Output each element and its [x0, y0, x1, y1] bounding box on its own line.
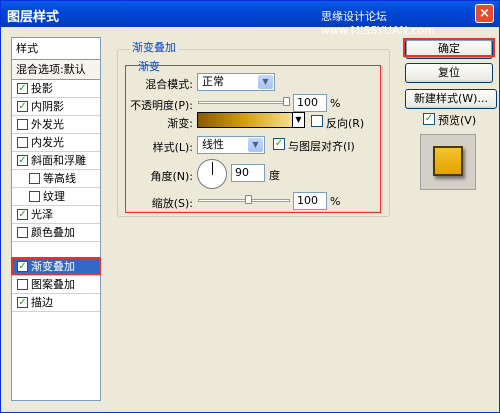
blend-mode-select[interactable]: 正常 ▼: [197, 73, 275, 91]
style-item-stroke[interactable]: ✓ 描边: [12, 294, 100, 312]
reverse-checkbox[interactable]: [311, 115, 323, 127]
opacity-input[interactable]: 100: [293, 94, 327, 112]
align-with-layer-checkbox[interactable]: ✓: [273, 138, 285, 150]
stroke-checkbox[interactable]: ✓: [17, 297, 28, 308]
inner-shadow-checkbox[interactable]: ✓: [17, 101, 28, 112]
blend-mode-value: 正常: [202, 75, 224, 88]
style-label: 样式(L):: [152, 141, 193, 154]
angle-dial[interactable]: [197, 159, 227, 189]
style-item-inner-glow[interactable]: 内发光: [12, 134, 100, 152]
opacity-label: 不透明度(P):: [130, 99, 193, 112]
style-item-contour[interactable]: 等高线: [12, 170, 100, 188]
color-overlay-checkbox[interactable]: [17, 227, 28, 238]
blending-options-item[interactable]: 混合选项:默认: [12, 60, 100, 80]
angle-input[interactable]: 90: [231, 164, 265, 182]
style-item-label: 描边: [31, 296, 53, 309]
style-item-label: 等高线: [43, 172, 76, 185]
gradient-style-value: 线性: [202, 138, 224, 151]
title-bar[interactable]: 图层样式 思缘设计论坛 www.MISSYUAN.com ×: [1, 1, 499, 37]
style-item-label: 纹理: [43, 190, 65, 203]
gradient-label: 渐变:: [167, 117, 193, 130]
chevron-down-icon: ▼: [258, 75, 273, 89]
style-list-header[interactable]: 样式: [12, 38, 100, 60]
preview-label: 预览(V): [438, 114, 477, 127]
gradient-style-select[interactable]: 线性 ▼: [197, 136, 265, 154]
style-item-texture[interactable]: 纹理: [12, 188, 100, 206]
style-item-color-overlay[interactable]: 颜色叠加: [12, 224, 100, 242]
texture-checkbox[interactable]: [29, 191, 40, 202]
drop-shadow-checkbox[interactable]: ✓: [17, 83, 28, 94]
close-icon[interactable]: ×: [475, 4, 494, 23]
selection-highlight-box: [11, 257, 101, 275]
reset-button[interactable]: 复位: [405, 63, 493, 83]
bevel-emboss-checkbox[interactable]: ✓: [17, 155, 28, 166]
chevron-down-icon: ▼: [248, 138, 263, 152]
angle-dial-needle: [212, 162, 213, 175]
blend-mode-label: 混合模式:: [145, 78, 193, 91]
style-preview-thumbnail: [420, 134, 476, 190]
scale-input[interactable]: 100: [293, 192, 327, 210]
style-item-satin[interactable]: ✓ 光泽: [12, 206, 100, 224]
outer-glow-checkbox[interactable]: [17, 119, 28, 130]
opacity-unit: %: [330, 97, 341, 110]
contour-checkbox[interactable]: [29, 173, 40, 184]
style-item-label: 颜色叠加: [31, 226, 75, 239]
pattern-overlay-checkbox[interactable]: [17, 279, 28, 290]
scale-unit: %: [330, 195, 341, 208]
preview-swatch: [433, 146, 463, 176]
ok-highlight-box: [403, 38, 495, 57]
style-item-drop-shadow[interactable]: ✓ 投影: [12, 80, 100, 98]
dialog-title: 图层样式: [7, 10, 60, 25]
style-item-pattern-overlay[interactable]: 图案叠加: [12, 276, 100, 294]
style-item-label: 外发光: [31, 118, 64, 131]
group-title: 渐变叠加: [129, 39, 179, 55]
new-style-button[interactable]: 新建样式(W)...: [405, 89, 497, 109]
scale-slider-thumb[interactable]: [244, 195, 252, 204]
chevron-down-icon[interactable]: ▼: [293, 112, 305, 128]
angle-label: 角度(N):: [150, 170, 193, 183]
style-item-label: 光泽: [31, 208, 53, 221]
opacity-slider-track[interactable]: [198, 101, 290, 104]
gradient-picker[interactable]: [197, 112, 293, 128]
align-with-layer-label: 与图层对齐(I): [288, 140, 355, 153]
style-item-inner-shadow[interactable]: ✓ 内阴影: [12, 98, 100, 116]
satin-checkbox[interactable]: ✓: [17, 209, 28, 220]
style-item-label: 投影: [31, 82, 53, 95]
layer-style-dialog: 图层样式 思缘设计论坛 www.MISSYUAN.com × 样式 混合选项:默…: [0, 0, 500, 413]
inner-glow-checkbox[interactable]: [17, 137, 28, 148]
reverse-label: 反向(R): [326, 117, 365, 130]
style-item-label: 斜面和浮雕: [31, 154, 86, 167]
scale-label: 缩放(S):: [151, 197, 193, 210]
angle-unit: 度: [269, 169, 280, 182]
watermark-text: 思缘设计论坛 www.MISSYUAN.com: [321, 10, 435, 37]
style-item-bevel-emboss[interactable]: ✓ 斜面和浮雕: [12, 152, 100, 170]
opacity-slider-thumb[interactable]: [283, 97, 290, 106]
style-item-label: 内发光: [31, 136, 64, 149]
style-item-label: 图案叠加: [31, 278, 75, 291]
style-list: 样式 混合选项:默认 ✓ 投影 ✓ 内阴影 外发光 内发光 ✓ 斜面和浮雕 等高…: [11, 37, 101, 401]
style-item-label: 内阴影: [31, 100, 64, 113]
preview-checkbox[interactable]: ✓: [423, 113, 435, 125]
style-item-outer-glow[interactable]: 外发光: [12, 116, 100, 134]
